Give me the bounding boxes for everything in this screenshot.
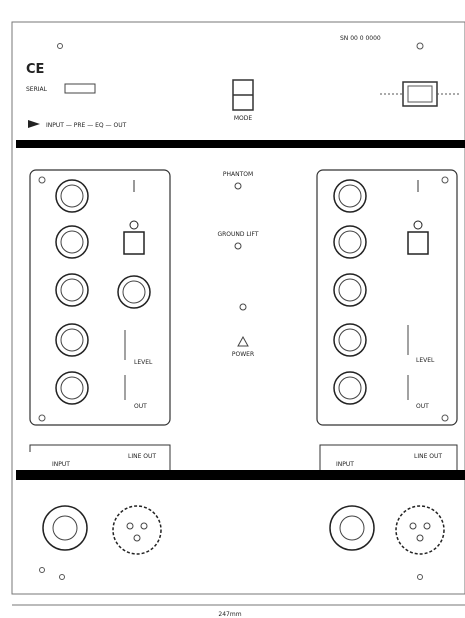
ce-mark: CE [26, 62, 44, 77]
left-knob-column [55, 179, 89, 405]
left-output-label: LINE OUT [128, 453, 156, 460]
knob-inner [338, 328, 362, 352]
center-low-label: POWER [232, 351, 254, 358]
left-toggle [123, 231, 145, 255]
xlr-inner [339, 515, 365, 541]
knob-inner [60, 230, 84, 254]
model-label: SN 00 0 0000 [340, 35, 381, 42]
screw [441, 414, 449, 422]
knob-inner [60, 278, 84, 302]
center-led-low [239, 303, 247, 311]
divider-bar-bottom [16, 470, 465, 480]
knob-inner [60, 184, 84, 208]
left-level-label: LEVEL [134, 359, 153, 366]
knob-inner [60, 328, 84, 352]
xlr-connector-right-out [395, 505, 445, 555]
xlr-connector-right-in [329, 505, 375, 551]
right-level-label: LEVEL [416, 357, 435, 364]
right-out-label: OUT [416, 403, 429, 410]
left-toggle-cap [129, 220, 139, 230]
screw [39, 567, 45, 573]
arrow-icon [28, 120, 40, 128]
center-mid-label: GROUND LIFT [217, 231, 258, 238]
xlr-connector-left-out [112, 505, 162, 555]
left-level-knob-inner [122, 280, 146, 304]
dimension-label: 247mm [218, 611, 241, 618]
xlr-pin [140, 522, 148, 530]
rack-panel-diagram: 247mm CE SERIAL SN 00 0 0000 MODE INPUT … [11, 21, 465, 618]
knob-inner [338, 376, 362, 400]
serial-plate [64, 83, 96, 94]
screw [59, 574, 65, 580]
screw [38, 176, 46, 184]
xlr-pin [133, 534, 141, 542]
knob-inner [338, 278, 362, 302]
serial-label: SERIAL [26, 86, 48, 93]
knob-inner [338, 184, 362, 208]
signal-chain-label: INPUT — PRE — EQ — OUT [46, 122, 127, 129]
xlr-connector-left-in [42, 505, 88, 551]
xlr-pin [423, 522, 431, 530]
screw [417, 574, 423, 580]
left-input-label: INPUT [52, 461, 70, 468]
divider-bar-top [16, 140, 465, 148]
center-top-label: PHANTOM [223, 171, 253, 178]
xlr-pin [126, 522, 134, 530]
right-toggle-cap [413, 220, 423, 230]
warning-icon [237, 335, 249, 347]
right-module [316, 169, 458, 426]
knob-inner [338, 230, 362, 254]
xlr-pin [416, 534, 424, 542]
left-out-label: OUT [134, 403, 147, 410]
screw-top-left [57, 43, 63, 49]
power-switch-inner [407, 85, 433, 103]
right-input-label: INPUT [336, 461, 354, 468]
right-output-label: LINE OUT [414, 453, 442, 460]
right-knob-column [333, 179, 367, 405]
xlr-pin [409, 522, 417, 530]
screw [441, 176, 449, 184]
center-led-top [234, 182, 242, 190]
xlr-inner [52, 515, 78, 541]
mode-label: MODE [234, 115, 253, 122]
center-led-mid [234, 242, 242, 250]
screw-top-right [416, 42, 424, 50]
right-toggle [407, 231, 429, 255]
screw [38, 414, 46, 422]
knob-inner [60, 376, 84, 400]
panel-outline [11, 21, 465, 595]
